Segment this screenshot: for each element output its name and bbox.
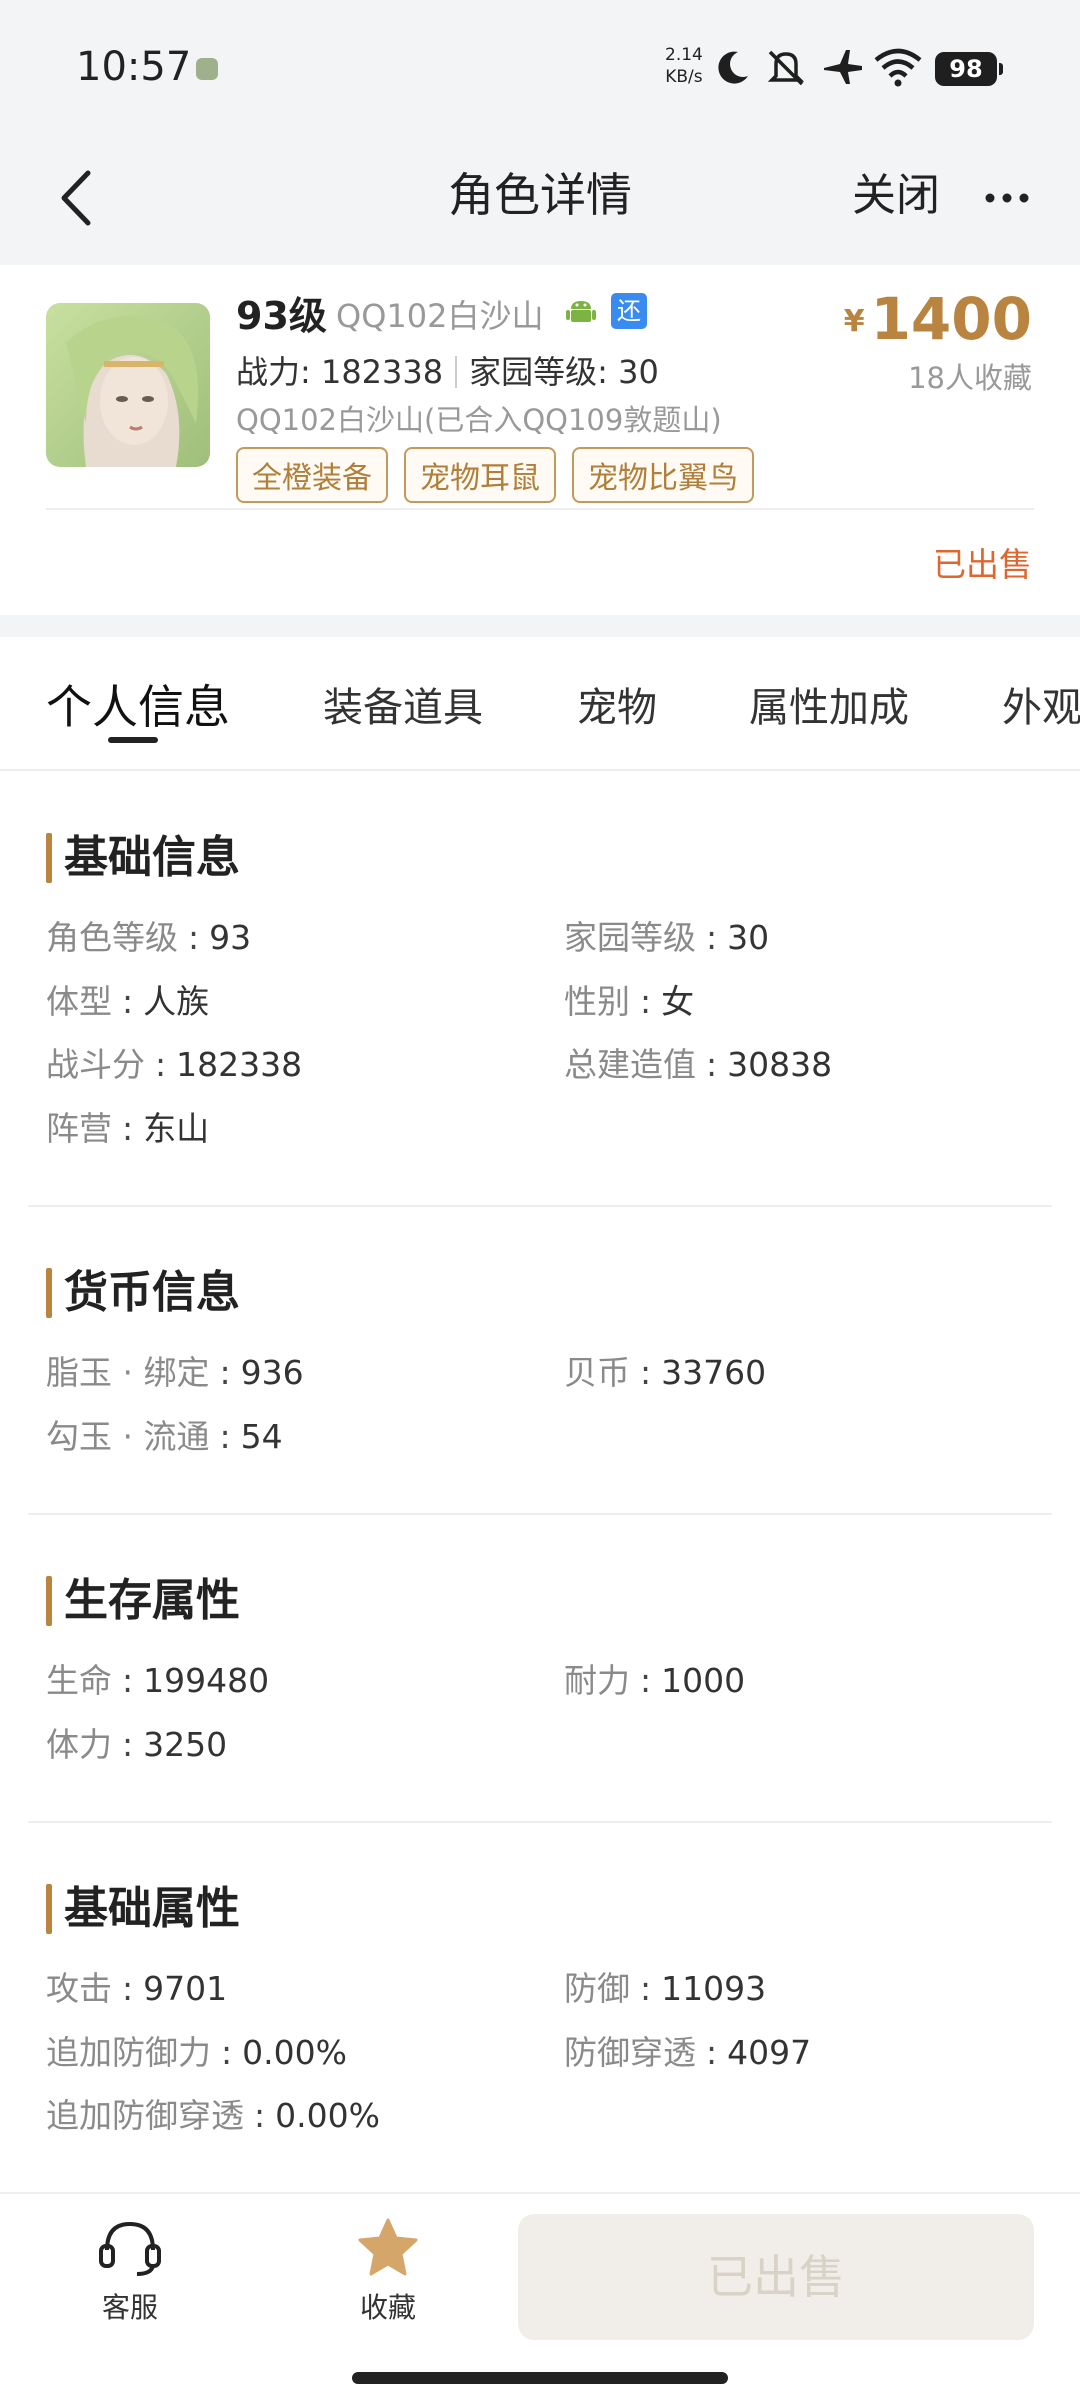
tag-list: 全橙装备 宠物耳鼠 宠物比翼鸟 — [236, 447, 754, 503]
home-indicator[interactable] — [352, 2372, 728, 2384]
field-role-level: 角色等级:93 — [46, 918, 252, 957]
currency-symbol: ¥ — [843, 304, 865, 339]
field-body-type: 体型: 人族 — [46, 982, 210, 1021]
section-title: 生存属性 — [64, 1575, 240, 1626]
sold-out-button[interactable]: 已出售 — [518, 2214, 1034, 2340]
nav-bar: 角色详情 关闭 — [0, 135, 1080, 265]
tab-personal-info[interactable]: 个人信息 — [46, 671, 230, 737]
section-divider — [28, 1821, 1052, 1823]
tab-appearance[interactable]: 外观 — [1002, 675, 1080, 733]
stat-separator — [455, 356, 458, 388]
moon-icon — [718, 51, 748, 84]
server-name: QQ102白沙山 — [336, 297, 544, 335]
field-stamina: 体力:3250 — [46, 1725, 228, 1764]
network-speed-unit: KB/s — [665, 67, 703, 87]
favorite-label: 收藏 — [359, 2291, 416, 2324]
field-health: 生命:199480 — [46, 1661, 270, 1700]
field-extra-defense-penetration: 追加防御穿透:0.00% — [46, 2096, 380, 2135]
section-gap — [0, 615, 1080, 637]
customer-service-label: 客服 — [101, 2291, 158, 2324]
field-gender: 性别: 女 — [564, 982, 695, 1021]
tab-pets[interactable]: 宠物 — [577, 675, 657, 733]
field-endurance: 耐力:1000 — [564, 1661, 746, 1700]
field-attack: 攻击:9701 — [46, 1969, 228, 2008]
section-accent-bar — [46, 1576, 52, 1626]
section-currency-info: 货币信息 脂玉 · 绑定:936 贝币:33760 勾玉 · 流通:54 — [28, 1268, 1052, 1468]
field-jade-bound: 脂玉 · 绑定:936 — [46, 1353, 304, 1392]
battery-indicator: 98 — [935, 52, 1003, 86]
section-divider — [28, 1205, 1052, 1207]
price-amount: 1400 — [870, 285, 1032, 353]
section-title: 货币信息 — [64, 1267, 240, 1318]
field-build-value: 总建造值:30838 — [564, 1045, 833, 1084]
home-level-stat: 家园等级: 30 — [469, 353, 659, 391]
role-stats: 战力: 182338 家园等级: 30 — [236, 347, 659, 393]
section-accent-bar — [46, 1884, 52, 1934]
section-title: 基础属性 — [64, 1883, 240, 1934]
section-basic-info: 基础信息 角色等级:93 家园等级:30 体型: 人族 性别: 女 战斗分:1823… — [28, 833, 1052, 1163]
section-title: 基础信息 — [64, 832, 240, 883]
role-summary-card[interactable]: 93级 QQ102白沙山 还 战力: 182338 家园等级: 30 QQ102白… — [0, 265, 1080, 615]
android-icon — [566, 301, 596, 322]
airplane-icon — [824, 50, 862, 84]
merged-server: QQ102白沙山(已合入QQ109敦题山) — [236, 403, 722, 437]
favorite-count: 18人收藏 — [908, 361, 1032, 395]
section-accent-bar — [46, 833, 52, 883]
tag-item: 宠物耳鼠 — [404, 447, 556, 503]
tag-item: 全橙装备 — [236, 447, 388, 503]
price: ¥1400 — [844, 285, 1032, 353]
tab-bar: 个人信息 装备道具 宠物 属性加成 外观 — [0, 637, 1080, 771]
star-icon — [358, 2218, 418, 2276]
more-icon[interactable] — [982, 173, 1032, 223]
field-defense: 防御:11093 — [564, 1969, 767, 2008]
section-accent-bar — [46, 1268, 52, 1318]
back-arrow-icon[interactable] — [52, 163, 108, 233]
character-avatar — [46, 303, 210, 467]
customer-service-button[interactable]: 客服 — [60, 2216, 200, 2326]
section-divider — [28, 1513, 1052, 1515]
field-home-level: 家园等级:30 — [564, 918, 770, 957]
tag-item: 宠物比翼鸟 — [572, 447, 754, 503]
field-faction: 阵营: 东山 — [46, 1109, 210, 1148]
field-extra-defense: 追加防御力:0.00% — [46, 2033, 347, 2072]
mute-icon — [767, 50, 805, 86]
role-level: 93级 — [236, 294, 327, 338]
network-speed-value: 2.14 — [665, 45, 703, 65]
status-bar: 10:57 2.14 KB/s 98 — [0, 0, 1080, 135]
wifi-icon — [874, 48, 922, 87]
network-speed: 2.14 KB/s — [665, 44, 703, 88]
notification-app-icon — [196, 58, 218, 80]
power-stat: 战力: 182338 — [236, 353, 444, 391]
section-base-attributes: 基础属性 攻击:9701 防御:11093 追加防御力:0.00% 防御穿透:4… — [28, 1884, 1052, 2144]
active-tab-indicator — [108, 737, 158, 743]
field-shell-coin: 贝币:33760 — [564, 1353, 767, 1392]
field-defense-penetration: 防御穿透:4097 — [564, 2033, 812, 2072]
headset-icon — [99, 2221, 161, 2276]
section-survival: 生存属性 生命:199480 耐力:1000 体力:3250 — [28, 1576, 1052, 1776]
bottom-action-bar: 客服 收藏 已出售 — [0, 2192, 1080, 2400]
divider — [46, 508, 1034, 510]
field-jade-circulating: 勾玉 · 流通:54 — [46, 1417, 283, 1456]
favorite-button[interactable]: 收藏 — [318, 2216, 458, 2326]
return-badge: 还 — [611, 293, 647, 329]
status-time: 10:57 — [76, 44, 192, 90]
field-combat-score: 战斗分:182338 — [46, 1045, 303, 1084]
sale-status: 已出售 — [933, 545, 1032, 584]
close-button[interactable]: 关闭 — [852, 159, 940, 223]
tab-equipment[interactable]: 装备道具 — [323, 675, 483, 733]
tab-attribute-bonus[interactable]: 属性加成 — [749, 675, 909, 733]
